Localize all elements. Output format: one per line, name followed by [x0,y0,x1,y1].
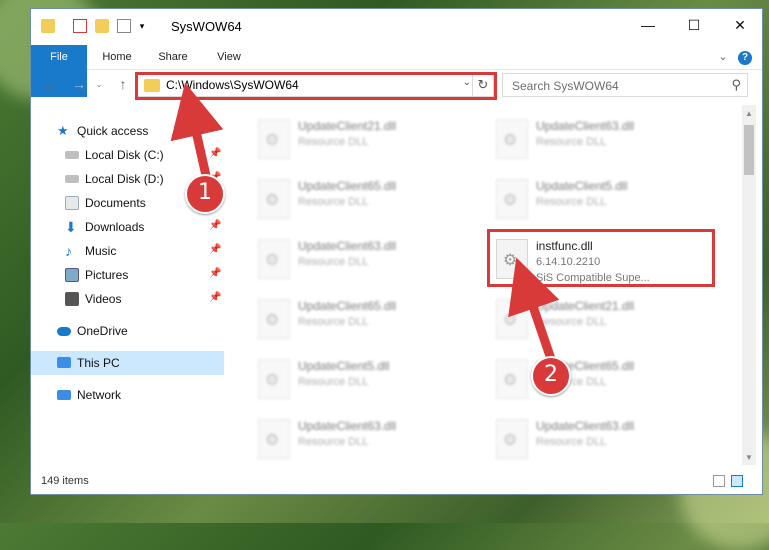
step-badge-2: 2 [531,356,571,396]
arrow-2 [508,257,560,361]
explorer-window: ▾ SysWOW64 — ☐ ✕ File Home Share View ⌄ … [30,8,763,495]
step-badge-1: 1 [185,174,225,214]
annotation-arrows [170,82,560,361]
